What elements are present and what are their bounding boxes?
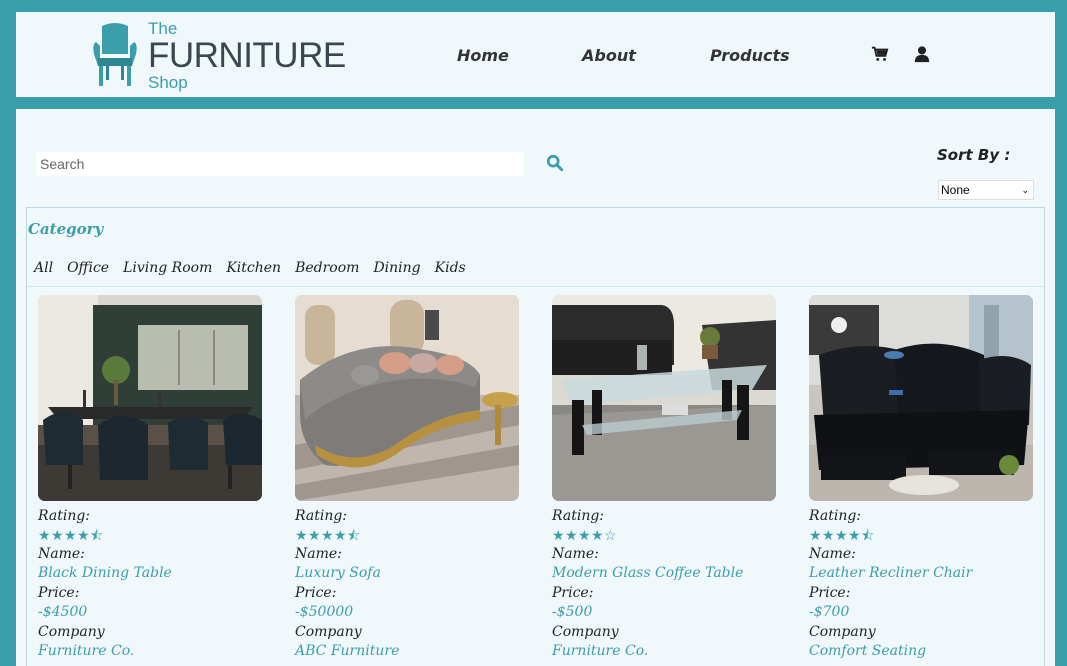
cart-icon[interactable] bbox=[871, 45, 889, 63]
category-kids[interactable]: Kids bbox=[435, 260, 466, 276]
logo-line-1: The bbox=[148, 18, 178, 38]
name-label: Name: bbox=[295, 545, 342, 562]
name-label: Name: bbox=[552, 545, 599, 562]
product-name[interactable]: Leather Recliner Chair bbox=[809, 564, 1033, 584]
star-full-icon: ★ bbox=[835, 527, 848, 544]
user-icon[interactable] bbox=[913, 45, 931, 63]
category-all[interactable]: All bbox=[34, 260, 53, 276]
product-company: Furniture Co. bbox=[38, 643, 135, 659]
category-list: All Office Living Room Kitchen Bedroom D… bbox=[34, 260, 480, 276]
product-card[interactable]: Rating: ★ ★ ★ ★ ⯪ Name: Luxury Sofa Price: -… bbox=[295, 295, 519, 662]
price-label: Price: bbox=[38, 584, 80, 601]
sort-label: Sort By : bbox=[937, 146, 1011, 164]
star-full-icon: ★ bbox=[64, 527, 77, 544]
product-name[interactable]: Black Dining Table bbox=[38, 564, 262, 584]
company-label: Company bbox=[295, 623, 362, 640]
logo-line-3: Shop bbox=[148, 72, 188, 92]
rating-label: Rating: bbox=[38, 508, 91, 524]
company-label: Company bbox=[38, 623, 105, 640]
site-header: The FURNITURE Shop Home About Products bbox=[16, 12, 1055, 97]
product-company: ABC Furniture bbox=[295, 643, 400, 659]
sort-selected-value: None bbox=[941, 183, 970, 197]
nav-about[interactable]: About bbox=[582, 46, 636, 65]
product-company: Furniture Co. bbox=[552, 643, 649, 659]
product-name[interactable]: Luxury Sofa bbox=[295, 564, 519, 584]
star-full-icon: ★ bbox=[51, 527, 64, 544]
star-full-icon: ★ bbox=[295, 527, 308, 544]
star-full-icon: ★ bbox=[552, 527, 565, 544]
logo-text: The FURNITURE Shop bbox=[148, 20, 346, 91]
rating-label: Rating: bbox=[552, 508, 605, 524]
star-full-icon: ★ bbox=[822, 527, 835, 544]
product-price: -$500 bbox=[552, 604, 593, 620]
product-image-luxury-sofa[interactable] bbox=[295, 295, 519, 501]
star-full-icon: ★ bbox=[308, 527, 321, 544]
search-input[interactable] bbox=[36, 152, 524, 176]
company-label: Company bbox=[809, 623, 876, 640]
category-office[interactable]: Office bbox=[67, 260, 109, 276]
rating-label: Rating: bbox=[809, 508, 862, 524]
rating-label: Rating: bbox=[295, 508, 348, 524]
armchair-icon bbox=[93, 23, 137, 86]
product-price: -$4500 bbox=[38, 604, 88, 620]
star-full-icon: ★ bbox=[321, 527, 334, 544]
star-full-icon: ★ bbox=[591, 527, 604, 544]
logo-line-2: FURNITURE bbox=[148, 35, 346, 75]
sort-select[interactable]: None ⌄ bbox=[938, 180, 1034, 200]
rating-stars: ★ ★ ★ ★ ☆ bbox=[552, 527, 776, 545]
price-label: Price: bbox=[809, 584, 851, 601]
product-card[interactable]: Rating: ★ ★ ★ ★ ⯪ Name: Leather Recliner Cha… bbox=[809, 295, 1033, 662]
logo[interactable]: The FURNITURE Shop bbox=[90, 18, 350, 92]
star-full-icon: ★ bbox=[809, 527, 822, 544]
category-kitchen[interactable]: Kitchen bbox=[226, 260, 281, 276]
company-label: Company bbox=[552, 623, 619, 640]
star-full-icon: ★ bbox=[578, 527, 591, 544]
chevron-down-icon: ⌄ bbox=[1021, 184, 1029, 195]
name-label: Name: bbox=[38, 545, 85, 562]
category-living-room[interactable]: Living Room bbox=[123, 260, 212, 276]
price-label: Price: bbox=[552, 584, 594, 601]
category-dining[interactable]: Dining bbox=[373, 260, 420, 276]
star-half-icon: ⯪ bbox=[347, 527, 361, 544]
rating-stars: ★ ★ ★ ★ ⯪ bbox=[809, 527, 1033, 545]
product-price: -$50000 bbox=[295, 604, 354, 620]
star-full-icon: ★ bbox=[565, 527, 578, 544]
product-price: -$700 bbox=[809, 604, 850, 620]
category-title: Category bbox=[28, 220, 104, 238]
nav-home[interactable]: Home bbox=[457, 46, 509, 65]
star-empty-icon: ☆ bbox=[604, 527, 617, 544]
product-section: Category All Office Living Room Kitchen … bbox=[26, 207, 1045, 666]
star-full-icon: ★ bbox=[38, 527, 51, 544]
star-half-icon: ⯪ bbox=[861, 527, 875, 544]
star-full-icon: ★ bbox=[77, 527, 90, 544]
nav-products[interactable]: Products bbox=[710, 46, 790, 65]
divider bbox=[27, 286, 1044, 287]
product-image-dining-table[interactable] bbox=[38, 295, 262, 501]
search-icon[interactable] bbox=[546, 154, 564, 172]
product-card[interactable]: Rating: ★ ★ ★ ★ ☆ Name: Modern Glass Coffee … bbox=[552, 295, 776, 662]
star-full-icon: ★ bbox=[334, 527, 347, 544]
rating-stars: ★ ★ ★ ★ ⯪ bbox=[38, 527, 262, 545]
product-card[interactable]: Rating: ★ ★ ★ ★ ⯪ Name: Black Dining Table P… bbox=[38, 295, 262, 662]
product-name[interactable]: Modern Glass Coffee Table bbox=[552, 564, 776, 584]
category-bedroom[interactable]: Bedroom bbox=[295, 260, 359, 276]
name-label: Name: bbox=[809, 545, 856, 562]
product-image-leather-recliner[interactable] bbox=[809, 295, 1033, 501]
star-half-icon: ⯪ bbox=[90, 527, 104, 544]
product-image-glass-coffee-table[interactable] bbox=[552, 295, 776, 501]
star-full-icon: ★ bbox=[848, 527, 861, 544]
price-label: Price: bbox=[295, 584, 337, 601]
product-company: Comfort Seating bbox=[809, 643, 927, 659]
main-panel: Sort By : None ⌄ Category All Office Liv… bbox=[16, 109, 1055, 666]
rating-stars: ★ ★ ★ ★ ⯪ bbox=[295, 527, 519, 545]
